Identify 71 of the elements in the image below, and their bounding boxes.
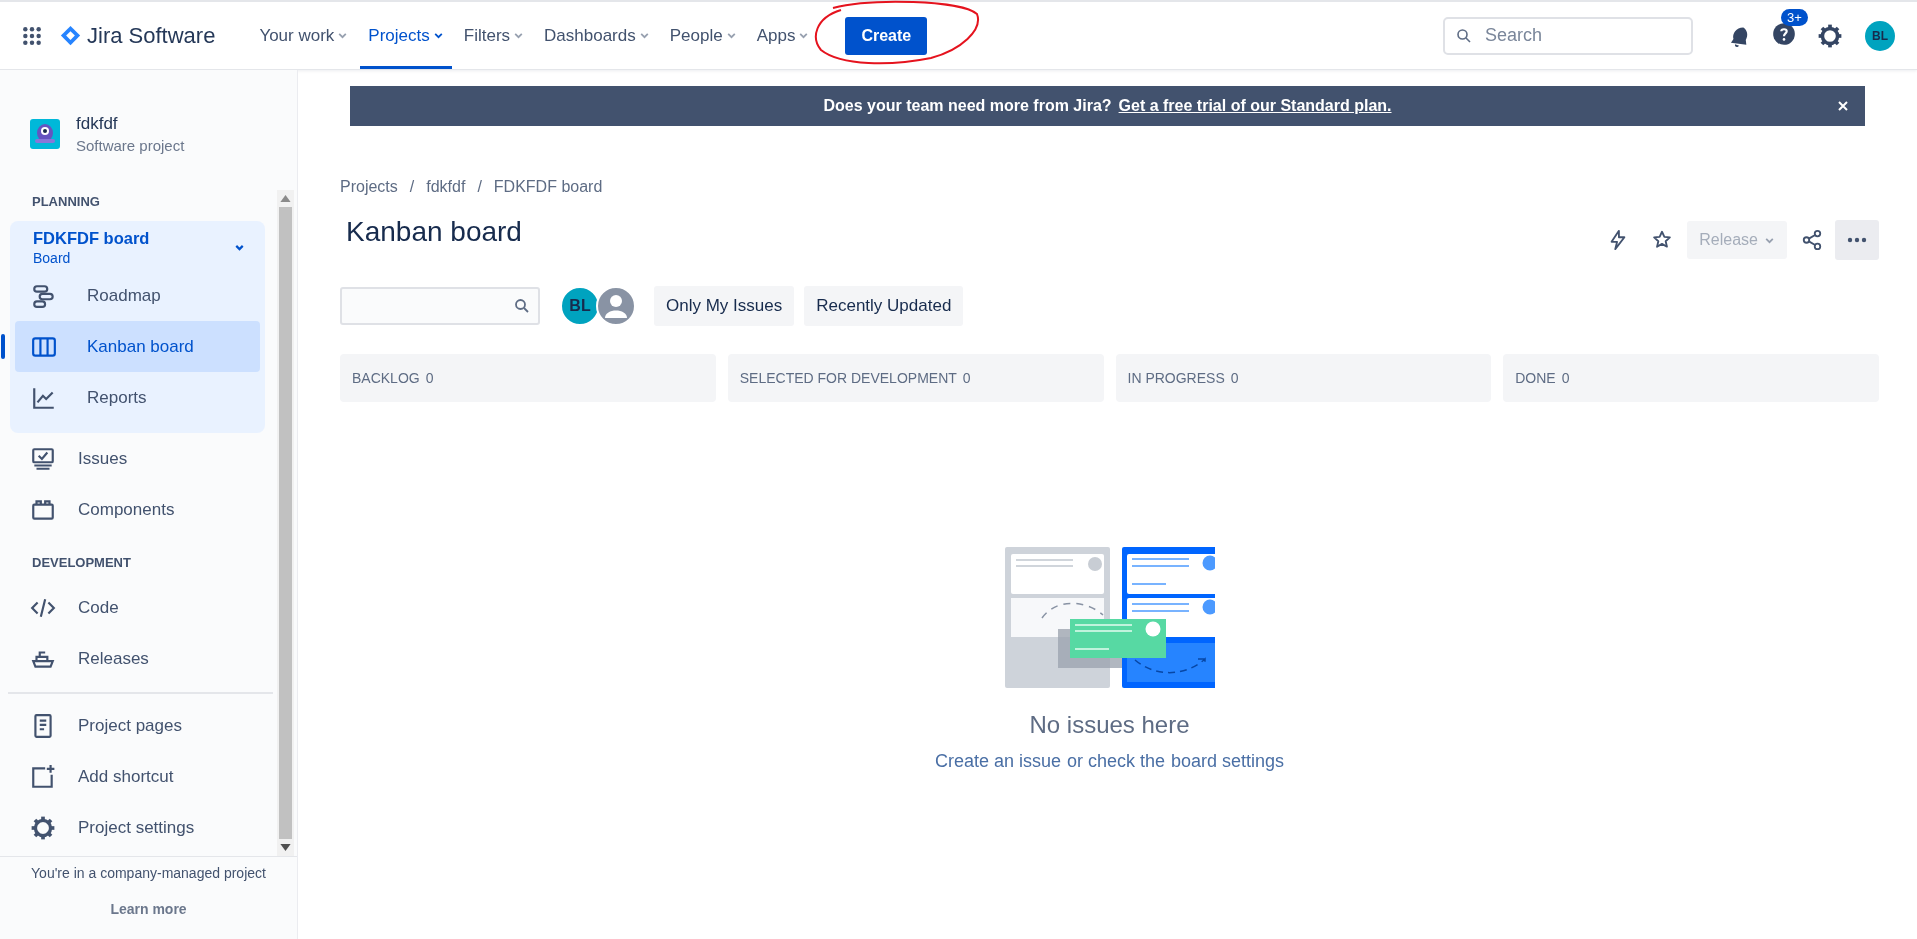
sidebar-item[interactable]: Components [10, 484, 265, 535]
project-name: fdkfdf [76, 114, 119, 134]
nav-tab[interactable]: Your work [251, 2, 357, 69]
notification-badge: 3+ [1781, 8, 1808, 26]
column-title: DONE [1515, 370, 1556, 386]
empty-text: or check the [1066, 751, 1166, 772]
empty-title: No issues here [1029, 711, 1190, 739]
nav-tab[interactable]: Dashboards [536, 2, 658, 69]
sidebar-item[interactable]: Issues [10, 433, 265, 484]
sidebar-item[interactable]: Reports [15, 372, 260, 423]
sidebar-item[interactable]: Project pages [10, 700, 265, 751]
board-type: Board [33, 250, 72, 266]
issue-count: 0 [1230, 370, 1239, 386]
banner-text: Does your team need more from Jira? [823, 97, 1112, 115]
trial-link[interactable]: Get a free trial of our Standard plan. [1118, 97, 1392, 115]
board-title: Kanban board [346, 216, 523, 248]
sidebar-item[interactable]: Releases [10, 633, 265, 684]
more-button[interactable] [1835, 220, 1879, 260]
project-type: Software project [76, 137, 185, 154]
nav-tab[interactable]: Apps [748, 2, 818, 69]
column-title: SELECTED FOR DEVELOPMENT [739, 370, 957, 386]
search-icon [514, 298, 530, 314]
nav-tab[interactable]: Projects [360, 2, 452, 69]
footer-note: You're in a company-managed project [31, 865, 266, 881]
sidebar-item[interactable]: Roadmap [15, 270, 260, 321]
issue-count: 0 [425, 370, 434, 386]
create-issue-link[interactable]: Create an issue [934, 751, 1061, 772]
column-title: BACKLOG [352, 370, 420, 386]
more-icon [1847, 237, 1867, 243]
nav-tab[interactable]: People [661, 2, 745, 69]
column-title: IN PROGRESS [1127, 370, 1225, 386]
sidebar-item[interactable]: Kanban board [15, 321, 260, 372]
monitor-check-icon [30, 445, 56, 472]
search-icon [1456, 27, 1472, 44]
breadcrumb-link[interactable]: Projects [340, 178, 398, 196]
settings-icon [30, 814, 56, 841]
settings-icon[interactable] [1817, 22, 1843, 49]
user-avatar[interactable]: BL [560, 286, 600, 326]
issue-count: 0 [962, 370, 971, 386]
create-button[interactable]: Create [845, 16, 928, 55]
issue-count: 0 [1561, 370, 1570, 386]
user-avatar[interactable]: BL [1865, 20, 1895, 51]
search-field[interactable]: Search [1443, 16, 1693, 55]
app-switcher-icon[interactable] [22, 25, 42, 46]
sidebar-item[interactable]: Code [10, 582, 265, 633]
product-name[interactable]: Jira Software [87, 22, 216, 49]
diamond-logo-icon [60, 25, 81, 46]
board-search-field[interactable] [340, 287, 540, 325]
learn-more-link[interactable]: Learn more [110, 901, 187, 917]
roadmap-icon [31, 282, 57, 309]
board-name[interactable]: FDKFDF board [33, 229, 233, 248]
nav-tab[interactable]: Filters [455, 2, 533, 69]
breadcrumb-separator: / [477, 178, 482, 196]
sidebar-item[interactable]: Project settings [10, 802, 265, 853]
breadcrumb-link[interactable]: FDKFDF board [493, 178, 603, 196]
quick-filter-button[interactable]: Recently Updated [804, 286, 964, 326]
selection-indicator [1, 334, 5, 359]
board-settings-link[interactable]: board settings [1171, 751, 1285, 772]
robot-project-icon [30, 119, 60, 149]
section-heading: DEVELOPMENT [31, 554, 132, 572]
breadcrumb-separator: / [409, 178, 415, 196]
quick-filter-button[interactable]: Only My Issues [654, 286, 795, 326]
person-avatar-icon[interactable] [596, 286, 636, 326]
close-icon[interactable] [1837, 100, 1849, 112]
add-shortcut-icon [30, 763, 56, 790]
help-icon[interactable] [1771, 20, 1797, 47]
sidebar-item[interactable]: Add shortcut [10, 751, 265, 802]
breadcrumb-link[interactable]: fdkfdf [426, 178, 466, 196]
scrollbar[interactable] [277, 190, 294, 856]
section-heading: PLANNING [31, 193, 101, 211]
share-icon[interactable] [1801, 229, 1823, 251]
